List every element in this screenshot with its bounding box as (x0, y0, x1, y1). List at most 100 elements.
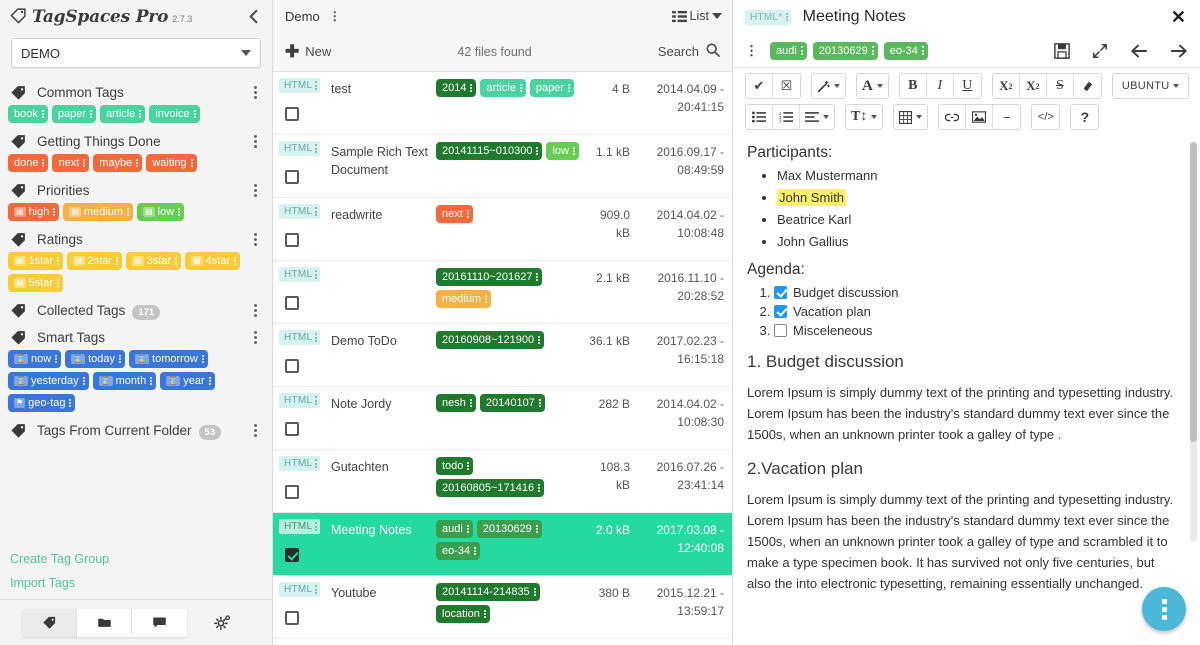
file-type-badge[interactable]: HTML* (745, 10, 791, 25)
more-vertical-icon[interactable] (90, 109, 92, 119)
italic-icon[interactable]: I (927, 74, 954, 98)
agenda-checkbox[interactable] (774, 305, 787, 318)
settings-gear-icon[interactable] (213, 613, 232, 632)
more-vertical-icon[interactable] (315, 81, 317, 91)
more-vertical-icon[interactable] (191, 158, 193, 168)
tag-20130629[interactable]: 20130629 (477, 520, 542, 538)
more-vertical-icon[interactable] (83, 158, 85, 168)
tag-invoice[interactable]: invoice (149, 105, 199, 123)
tag-article[interactable]: article (480, 79, 525, 97)
tag-nesh[interactable]: nesh (436, 394, 476, 412)
row-checkbox[interactable] (285, 611, 299, 625)
more-vertical-icon[interactable] (536, 524, 538, 534)
tag-low[interactable]: ▤low (137, 203, 184, 221)
tag-yesterday[interactable]: ⌛yesterday (8, 372, 89, 390)
table-row[interactable]: HTMLYoutube20141114-214835location380 B2… (273, 576, 732, 639)
align-left-icon[interactable] (800, 105, 834, 129)
tag-paper[interactable]: paper (52, 105, 96, 123)
more-vertical-icon[interactable] (178, 207, 180, 217)
more-vertical-icon[interactable] (536, 146, 538, 156)
tag-group-header[interactable]: Priorities (0, 176, 272, 203)
tag-20161110~201627[interactable]: 20161110~201627 (436, 268, 542, 286)
tag-medium[interactable]: medium (436, 290, 491, 308)
tag-5star[interactable]: ▤5star (8, 274, 63, 292)
more-vertical-icon[interactable] (42, 158, 44, 168)
file-type-badge[interactable]: HTML (279, 267, 320, 282)
tag-group-menu-button[interactable] (250, 133, 264, 150)
unordered-list-icon[interactable] (746, 105, 773, 129)
table-row[interactable]: HTMLtest2014articlepaper4 B2014.04.09 - … (273, 72, 732, 135)
tag-todo[interactable]: todo (436, 457, 473, 475)
more-vertical-icon[interactable] (315, 333, 317, 343)
tag-group-header[interactable]: Common Tags (0, 78, 272, 105)
tag-group-header[interactable]: Getting Things Done (0, 127, 272, 154)
tag-high[interactable]: ▤high (8, 203, 59, 221)
text-height-icon[interactable]: T↕ (846, 105, 882, 129)
file-type-badge[interactable]: HTML (279, 141, 320, 156)
question-mark-icon[interactable]: ? (1071, 105, 1098, 129)
check-icon[interactable]: ✔ (746, 74, 773, 98)
more-vertical-icon[interactable] (315, 396, 317, 406)
file-type-badge[interactable]: HTML (279, 330, 320, 345)
more-vertical-icon[interactable] (119, 354, 121, 364)
save-icon[interactable] (1054, 43, 1070, 59)
view-mode-toggle[interactable]: List (672, 9, 722, 23)
file-type-badge[interactable]: HTML (279, 519, 320, 534)
tag-20130629[interactable]: 20130629 (813, 42, 878, 60)
file-type-badge[interactable]: HTML (279, 582, 320, 597)
chat-button[interactable] (132, 609, 187, 637)
row-checkbox[interactable] (285, 359, 299, 373)
new-file-button[interactable]: ✚ New (285, 44, 331, 59)
tag-group-menu-button[interactable] (250, 302, 264, 319)
tag-month[interactable]: ⌛month (93, 372, 157, 390)
more-vertical-icon[interactable] (470, 398, 472, 408)
font-family-select[interactable]: UBUNTU (1113, 74, 1189, 98)
more-vertical-icon[interactable] (538, 335, 540, 345)
tag-geo-tag[interactable]: ⚑geo-tag (8, 394, 75, 412)
file-type-badge[interactable]: HTML (279, 393, 320, 408)
more-vertical-icon[interactable] (520, 83, 522, 93)
row-checkbox[interactable] (285, 107, 299, 121)
tag-1star[interactable]: ▤1star (8, 252, 63, 270)
tag-next[interactable]: next (436, 205, 473, 223)
tag-waiting[interactable]: waiting (146, 154, 196, 172)
table-row[interactable]: HTMLGutachtentodo20160805~171416108.3 kB… (273, 450, 732, 513)
more-vertical-icon[interactable] (53, 207, 55, 217)
tag-3star[interactable]: ▤3star (126, 252, 181, 270)
table-row[interactable]: HTMLNote Jordynesh20140107282 B2014.04.0… (273, 387, 732, 450)
tag-maybe[interactable]: maybe (93, 154, 142, 172)
file-type-badge[interactable]: HTML (279, 456, 320, 471)
tag-book[interactable]: book (8, 105, 48, 123)
editor-scrollbar[interactable] (1190, 142, 1197, 542)
file-type-badge[interactable]: HTML (279, 204, 320, 219)
checkbox-icon[interactable]: ☒ (773, 74, 800, 98)
tag-20160805~171416[interactable]: 20160805~171416 (436, 479, 544, 497)
more-vertical-icon[interactable] (150, 376, 152, 386)
table-icon[interactable] (894, 105, 927, 129)
file-manager-button[interactable] (77, 609, 132, 637)
more-vertical-icon[interactable] (209, 376, 211, 386)
more-vertical-icon[interactable] (127, 207, 129, 217)
strikethrough-icon[interactable]: S (1047, 74, 1074, 98)
more-vertical-icon[interactable] (57, 278, 59, 288)
more-vertical-icon[interactable] (467, 209, 469, 219)
more-vertical-icon[interactable] (539, 398, 541, 408)
more-vertical-icon[interactable] (136, 158, 138, 168)
more-vertical-icon[interactable] (315, 459, 317, 469)
tag-group-menu-button[interactable] (250, 231, 264, 248)
tag-location[interactable]: location (436, 605, 490, 623)
search-button[interactable]: Search (658, 43, 720, 60)
more-vertical-icon[interactable] (57, 256, 59, 266)
sidebar-link-create-tag-group[interactable]: Create Tag Group (10, 547, 262, 571)
more-vertical-icon[interactable] (83, 376, 85, 386)
location-select[interactable]: DEMO (11, 38, 261, 68)
more-vertical-icon[interactable] (536, 272, 538, 282)
link-icon[interactable] (939, 105, 966, 129)
image-icon[interactable] (966, 105, 993, 129)
row-checkbox[interactable] (285, 422, 299, 436)
more-vertical-icon[interactable] (470, 83, 472, 93)
tag-medium[interactable]: ▤medium (63, 203, 133, 221)
more-vertical-icon[interactable] (202, 354, 204, 364)
tag-library-button[interactable] (22, 609, 77, 637)
more-vertical-icon[interactable] (568, 83, 570, 93)
